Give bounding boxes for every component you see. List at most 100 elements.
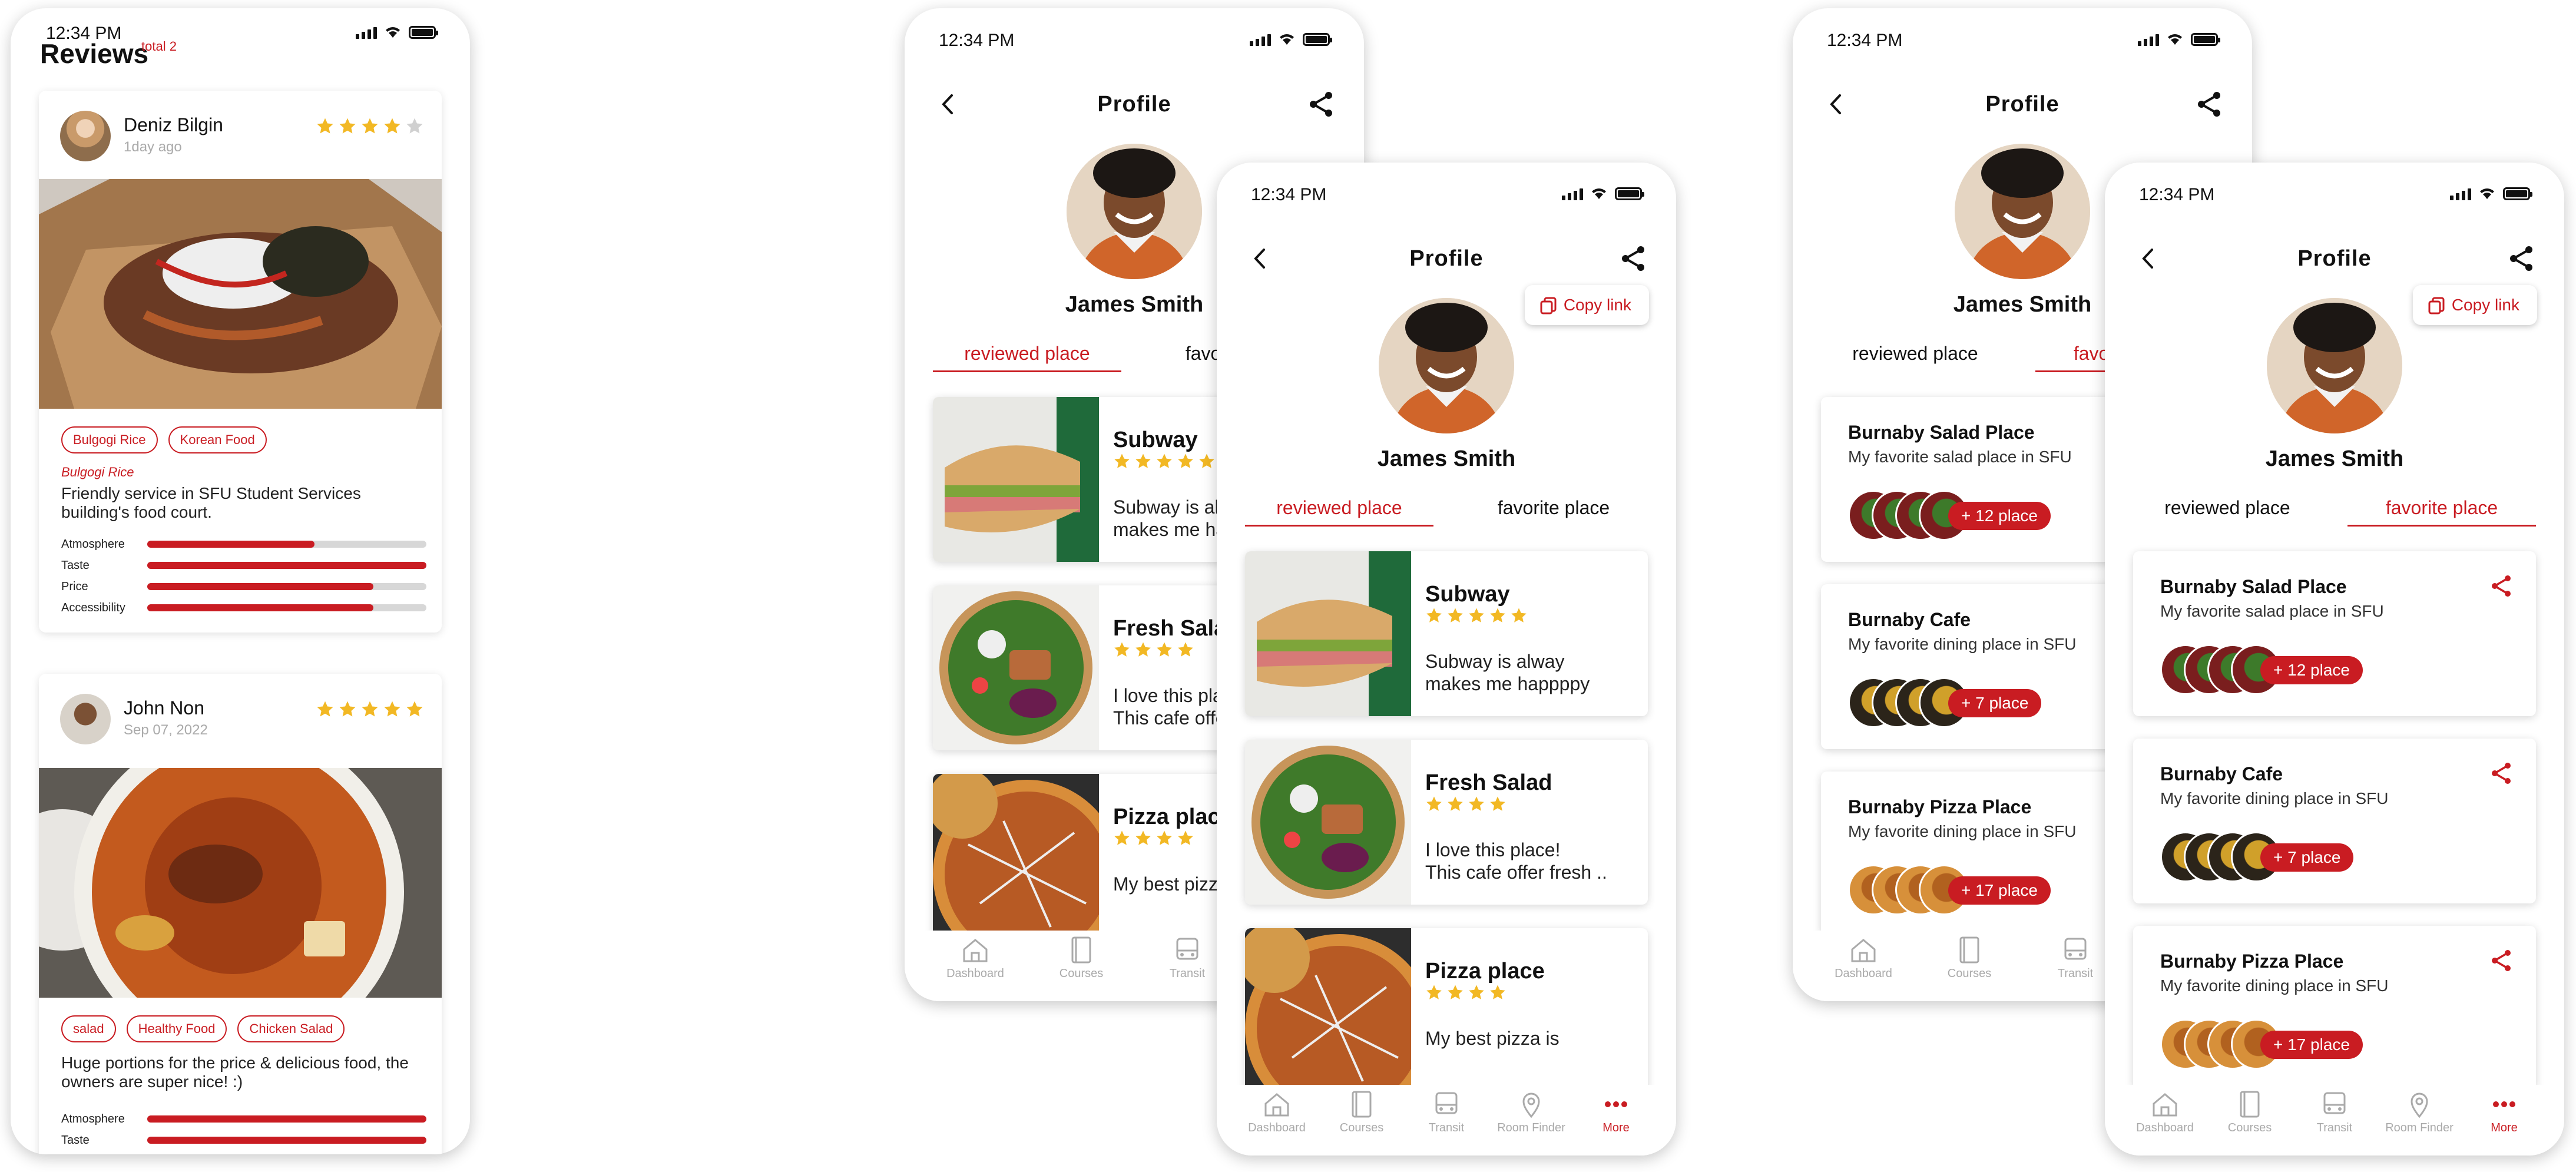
share-icon[interactable]: [2193, 88, 2225, 120]
nav-courses[interactable]: Courses: [1928, 931, 2011, 1001]
place-review-text: Subway is alway makes me happppy: [1425, 650, 1643, 695]
nav-dashboard[interactable]: Dashboard: [1822, 931, 1905, 1001]
share-icon[interactable]: [2505, 243, 2537, 274]
nav-transit[interactable]: Transit: [1146, 931, 1229, 1001]
star-icon: [406, 701, 423, 717]
star-icon: [339, 701, 356, 717]
place-subtitle: My favorite dining place in SFU: [1848, 635, 2077, 653]
star-icon: [384, 701, 400, 717]
star-icon: [1490, 985, 1505, 999]
place-thumbs: [1848, 865, 1969, 915]
tab-reviewed-place[interactable]: reviewed place: [1245, 492, 1433, 527]
place-count-badge[interactable]: + 17 place: [2260, 1031, 2363, 1059]
transit-icon: [1435, 1092, 1458, 1114]
nav-room-finder[interactable]: Room Finder: [2378, 1085, 2461, 1156]
status-icons: [2450, 186, 2532, 200]
nav-more[interactable]: More: [1575, 1085, 1657, 1156]
review-card[interactable]: John Non Sep 07, 2022 salad Healthy Food…: [39, 674, 442, 1154]
tag[interactable]: Healthy Food: [126, 1015, 227, 1042]
transit-icon: [2064, 938, 2087, 960]
favorite-place-card[interactable]: Burnaby Pizza Place My favorite dining pl…: [2133, 926, 2536, 1091]
place-name: Burnaby Cafe: [2160, 763, 2283, 784]
tag[interactable]: Korean Food: [168, 426, 267, 453]
tab-reviewed-place[interactable]: reviewed place: [933, 338, 1121, 372]
share-icon[interactable]: [1305, 88, 1337, 120]
nav-dashboard[interactable]: Dashboard: [934, 931, 1017, 1001]
wifi-icon: [2480, 188, 2494, 199]
nav-room-finder[interactable]: Room Finder: [1490, 1085, 1572, 1156]
metric-bar: [147, 562, 426, 569]
courses-icon: [1352, 1091, 1372, 1118]
reviewed-place-card[interactable]: Pizza place My best pizza is: [1245, 928, 1648, 1093]
share-icon[interactable]: [1617, 243, 1649, 274]
reviewed-place-card[interactable]: Subway Subway is alway makes me happppy: [1245, 551, 1648, 716]
nav-dashboard[interactable]: Dashboard: [1236, 1085, 1318, 1156]
place-count-badge[interactable]: + 12 place: [2260, 656, 2363, 684]
nav-courses[interactable]: Courses: [1320, 1085, 1403, 1156]
nav-courses[interactable]: Courses: [1040, 931, 1123, 1001]
tag[interactable]: Chicken Salad: [237, 1015, 345, 1042]
star-icon: [1426, 796, 1442, 811]
star-icon: [317, 701, 333, 717]
copy-link-button[interactable]: Copy link: [1524, 285, 1649, 325]
rating-stars: [316, 117, 424, 135]
review-text: Friendly service in SFU Student Services…: [61, 484, 361, 521]
share-icon[interactable]: [2488, 760, 2515, 787]
review-card[interactable]: Deniz Bilgin 1day ago Bulgogi Rice Korea…: [39, 91, 442, 633]
favorite-place-card[interactable]: Burnaby Cafe My favorite dining place in …: [2133, 739, 2536, 903]
tab-reviewed-place[interactable]: reviewed place: [1821, 338, 2009, 372]
nav-more[interactable]: More: [2463, 1085, 2545, 1156]
star-icon: [1157, 642, 1172, 657]
page-title: Profile: [1097, 92, 1171, 117]
profile-header: Profile: [2105, 238, 2564, 279]
reviewer-name: John Non: [124, 697, 204, 719]
nav-courses[interactable]: Courses: [2209, 1085, 2291, 1156]
copy-link-button[interactable]: Copy link: [2412, 285, 2537, 325]
metric-bar: [147, 604, 426, 611]
star-icon: [1114, 453, 1130, 468]
nav-dashboard[interactable]: Dashboard: [2124, 1085, 2206, 1156]
nav-transit[interactable]: Transit: [2034, 931, 2117, 1001]
review-metrics: Atmosphere Taste Price Accessibility: [61, 534, 426, 618]
tab-favorite-place[interactable]: favorite place: [1459, 492, 1648, 527]
tab-favorite-place[interactable]: favorite place: [2347, 492, 2536, 527]
place-count-badge[interactable]: + 12 place: [1948, 502, 2051, 530]
place-name: Pizza place: [1425, 959, 1545, 984]
tag[interactable]: salad: [61, 1015, 116, 1042]
review-line: My best pizza is: [1425, 1028, 1559, 1049]
metric-row: Accessibility: [61, 597, 426, 618]
place-review-text: My best pizza is: [1425, 1027, 1643, 1049]
metric-bar: [147, 1115, 426, 1123]
status-time: 12:34 PM: [1251, 185, 1327, 204]
battery-icon: [1303, 33, 1332, 46]
tag[interactable]: Bulgogi Rice: [61, 426, 158, 453]
status-time: 12:34 PM: [2139, 185, 2215, 204]
place-photo: [933, 585, 1099, 750]
nav-transit[interactable]: Transit: [2293, 1085, 2376, 1156]
metric-row: Taste: [61, 1130, 426, 1151]
signal-icon: [2450, 188, 2471, 200]
metric-label: Atmosphere: [61, 1112, 125, 1125]
rating-stars: [316, 700, 424, 719]
place-count-badge[interactable]: + 7 place: [2260, 843, 2354, 872]
star-icon: [1157, 453, 1172, 468]
share-icon[interactable]: [2488, 947, 2515, 974]
nav-transit[interactable]: Transit: [1405, 1085, 1488, 1156]
review-line: Subway is alway: [1425, 651, 1565, 672]
metric-row: Atmosphere: [61, 534, 426, 555]
rating-stars: [1113, 641, 1194, 658]
place-name: Pizza place: [1113, 804, 1233, 829]
nav-label: More: [2491, 1121, 2518, 1134]
place-count-badge[interactable]: + 17 place: [1948, 876, 2051, 905]
favorite-place-card[interactable]: Burnaby Salad Place My favorite salad pla…: [2133, 551, 2536, 716]
tab-reviewed-place[interactable]: reviewed place: [2133, 492, 2322, 527]
rating-stars: [1113, 829, 1194, 847]
reviewed-place-card[interactable]: Fresh Salad I love this place! This cafe o…: [1245, 740, 1648, 905]
profile-header: Profile: [1217, 238, 1676, 279]
nav-label: Dashboard: [2136, 1121, 2194, 1134]
profile-tabs: reviewed place favorite place: [1245, 492, 1648, 534]
profile-phone: 12:34 PM Profile James Smith reviewed place…: [1217, 163, 1676, 1156]
place-count-badge[interactable]: + 7 place: [1948, 689, 2042, 717]
share-icon[interactable]: [2488, 572, 2515, 600]
nav-label: More: [1602, 1121, 1630, 1134]
